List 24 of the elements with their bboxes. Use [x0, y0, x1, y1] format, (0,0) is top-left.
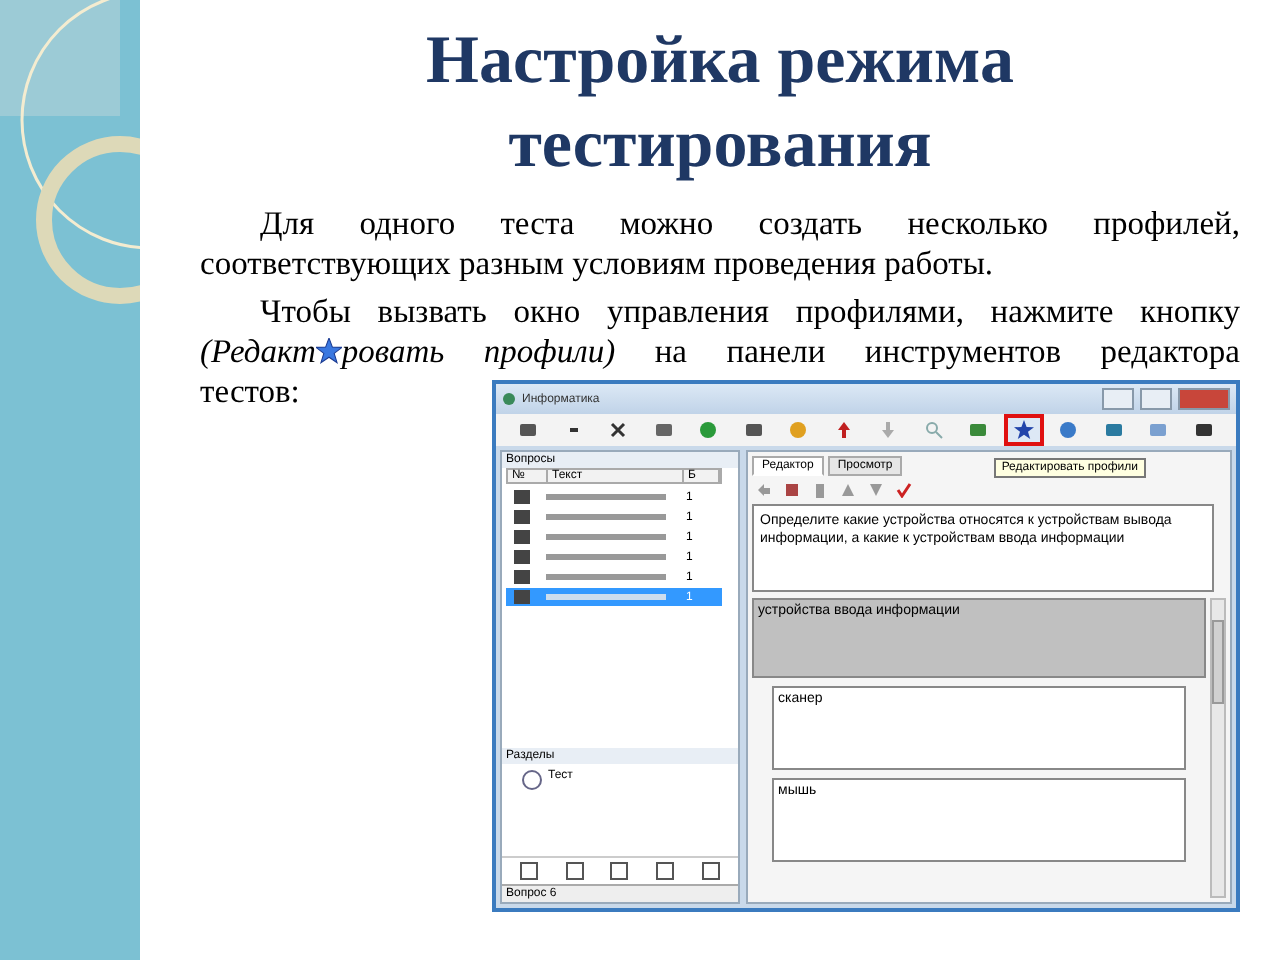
undo-icon[interactable]: [756, 482, 772, 498]
toolbar-button[interactable]: [1003, 414, 1044, 446]
paragraph-text: Чтобы вызвать окно управления профилями, нажмите кнопку: [260, 292, 1240, 330]
search-icon: [923, 420, 944, 440]
blurred-text: [546, 494, 666, 500]
scrollbar[interactable]: [1210, 598, 1226, 898]
blurred-text: [546, 514, 666, 520]
paragraph-text: ровать профили) на панели инструментов редактора: [341, 332, 1240, 370]
blurred-text: [546, 534, 666, 540]
paragraph-text: тестов:: [200, 372, 300, 410]
paragraph-text: (Редакт: [200, 332, 316, 370]
app-icon: [502, 392, 516, 406]
cut-icon: [608, 420, 629, 440]
blurred-text: [546, 594, 666, 600]
blurred-text: [546, 574, 666, 580]
blurred-text: [546, 554, 666, 560]
minimize-button[interactable]: [1102, 388, 1134, 410]
star-icon: [1013, 420, 1034, 440]
slide-title: Настройка режима тестирования: [424, 22, 1016, 186]
maximize-button[interactable]: [1140, 388, 1172, 410]
star-icon: [315, 338, 342, 364]
paragraph-text: Для одного теста можно создать несколько профилей, соответствующих разным условиям проведения работы.: [200, 204, 1240, 282]
check-icon[interactable]: [896, 482, 912, 498]
section-icon: [522, 770, 542, 790]
